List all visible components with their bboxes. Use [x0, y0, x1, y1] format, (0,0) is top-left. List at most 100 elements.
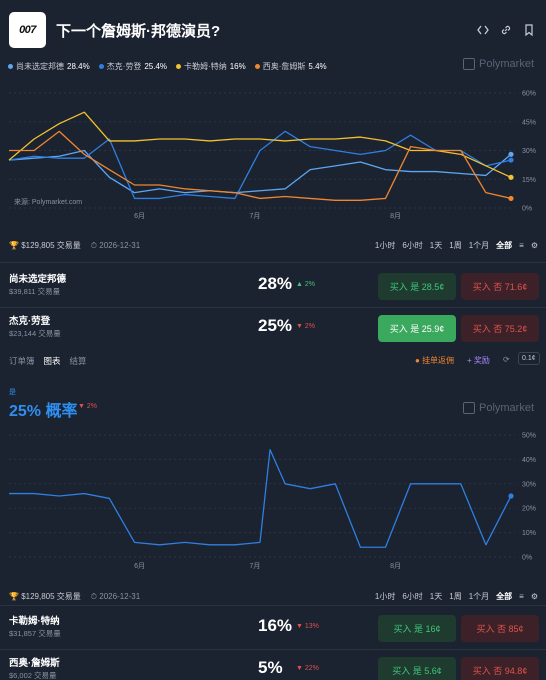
series-endpoint [508, 174, 514, 180]
y-tick-label: 10% [522, 530, 536, 537]
filter-icon[interactable]: ≡ [519, 241, 524, 250]
outcome-change: ▲ 2% [296, 281, 315, 288]
bookmark-icon[interactable] [522, 23, 536, 37]
polymarket-watermark-2: Polymarket [463, 402, 534, 414]
divider [0, 605, 546, 606]
detail-tab[interactable]: 图表 [44, 355, 61, 367]
detail-tab[interactable]: 订单簿 [9, 355, 35, 367]
legend-name: 杰克·劳登 [106, 62, 142, 71]
time-tab[interactable]: 1小时 [375, 591, 395, 602]
series-endpoint [508, 151, 514, 157]
outcome-change: ▼ 13% [296, 623, 319, 630]
legend-pct: 25.4% [144, 62, 168, 71]
outcome-percent: 28% [258, 274, 293, 293]
filter-icon[interactable]: ≡ [519, 592, 524, 601]
outcome-price-chart[interactable]: 50% 40% 30% 20% 10% 0% 6月 7月 8月 [0, 430, 546, 575]
outcome-volume: $6,002 交易量 [9, 671, 57, 680]
legend-name: 卡勒姆·特纳 [184, 62, 227, 71]
outcome-volume: $31,857 交易量 [9, 629, 61, 638]
chart-legend: 尚未选定邦德 28.4% 杰克·劳登 25.4% 卡勒姆·特纳 16% 西奥·詹姆斯 5.4% [8, 61, 327, 72]
detail-tab[interactable]: 结算 [70, 355, 87, 367]
code-icon[interactable] [476, 23, 490, 37]
y-tick-label: 50% [522, 433, 536, 440]
y-tick-label: 30% [522, 481, 536, 488]
y-tick-label: 15% [522, 177, 536, 184]
polymarket-watermark: Polymarket [463, 58, 534, 70]
reward-link[interactable]: + 奖励 [467, 355, 490, 366]
time-tab[interactable]: 1小时 [375, 240, 395, 251]
time-tab[interactable]: 全部 [496, 240, 512, 251]
polymarket-icon [463, 402, 475, 414]
time-tab[interactable]: 1个月 [469, 591, 489, 602]
divider [0, 307, 546, 308]
volume-stat: 🏆 $129,805 交易量 [9, 592, 81, 601]
series-endpoint [508, 493, 514, 499]
legend-pct: 5.4% [308, 62, 327, 71]
series-endpoint [508, 157, 514, 163]
outcome-change: ▼ 2% [296, 323, 315, 330]
legend-item: 尚未选定邦德 28.4% [8, 61, 90, 72]
x-tick-label: 6月 [134, 562, 145, 570]
probability-change: ▼ 2% [78, 403, 97, 410]
divider [0, 262, 546, 263]
watermark-text: Polymarket [479, 402, 535, 414]
legend-dot [254, 64, 260, 70]
probability: 25% 概率 [9, 403, 78, 420]
legend-name: 西奥·詹姆斯 [262, 62, 306, 71]
outcome-volume: $23,144 交易量 [9, 329, 61, 338]
y-tick-label: 45% [522, 119, 536, 126]
market-stats: 🏆 $129,805 交易量 ⏱ 2026-12-31 [9, 240, 140, 251]
time-tab[interactable]: 1个月 [469, 240, 489, 251]
legend-dot [8, 64, 13, 70]
time-tab[interactable]: 1周 [449, 240, 461, 251]
time-tab[interactable]: 6小时 [402, 591, 422, 602]
settings-icon[interactable]: ⚙ [531, 241, 538, 250]
buy-no-button[interactable]: 买入 否 94.8¢ [461, 657, 539, 680]
x-tick-label: 6月 [134, 212, 145, 220]
outcome-name: 卡勒姆·特纳 [9, 616, 60, 627]
x-tick-label: 7月 [250, 212, 261, 220]
buy-yes-button[interactable]: 买入 是 25.9¢ [378, 315, 456, 342]
watermark-text: Polymarket [479, 58, 535, 70]
buy-no-button[interactable]: 买入 否 71.6¢ [461, 273, 539, 300]
divider [0, 649, 546, 650]
time-range-tabs: 1小时 6小时 1天 1周 1个月 全部 ≡ ⚙ [375, 240, 538, 251]
time-tab[interactable]: 1天 [430, 591, 442, 602]
legend-pct: 16% [229, 62, 246, 71]
polymarket-icon [463, 58, 475, 70]
outcome-percent: 16% [258, 616, 293, 635]
legend-dot [98, 64, 104, 70]
chart-source: 来源: Polymarket.com [14, 199, 83, 206]
limit-order-rebate[interactable]: ● 挂单返佣 [415, 355, 454, 366]
end-date: ⏱ 2026-12-31 [90, 240, 141, 250]
time-tab[interactable]: 1天 [430, 240, 442, 251]
time-tab[interactable]: 6小时 [402, 240, 422, 251]
buy-no-button[interactable]: 买入 否 85¢ [461, 615, 539, 642]
buy-yes-button[interactable]: 买入 是 28.5¢ [378, 273, 456, 300]
buy-no-button[interactable]: 买入 否 75.2¢ [461, 315, 539, 342]
x-tick-label: 8月 [390, 212, 401, 220]
refresh-icon[interactable]: ⟳ [503, 355, 510, 364]
series-line [8, 130, 512, 200]
outcome-percent: 5% [258, 658, 283, 677]
market-logo: 007 [9, 12, 46, 48]
y-tick-label: 0% [522, 206, 532, 213]
outcome-label: 是 [9, 389, 16, 396]
legend-item: 西奥·詹姆斯 5.4% [254, 61, 327, 72]
outcome-name: 杰克·劳登 [9, 316, 51, 327]
time-tab[interactable]: 1周 [449, 591, 461, 602]
legend-item: 杰克·劳登 25.4% [98, 61, 168, 72]
time-tab[interactable]: 全部 [496, 591, 512, 602]
buy-yes-button[interactable]: 买入 是 16¢ [378, 615, 456, 642]
y-tick-label: 40% [522, 457, 536, 464]
market-stats-2: 🏆 $129,805 交易量 ⏱ 2026-12-31 [9, 591, 140, 602]
link-icon[interactable] [499, 23, 513, 37]
y-tick-label: 20% [522, 506, 536, 513]
buy-yes-button[interactable]: 买入 是 5.6¢ [378, 657, 456, 680]
y-tick-label: 30% [522, 148, 536, 155]
settings-icon[interactable]: ⚙ [531, 592, 538, 601]
series-endpoint [508, 195, 514, 202]
legend-pct: 28.4% [67, 62, 90, 71]
spread-badge: 0.1¢ [518, 352, 540, 365]
outcome-name: 尚未选定邦德 [9, 274, 67, 285]
